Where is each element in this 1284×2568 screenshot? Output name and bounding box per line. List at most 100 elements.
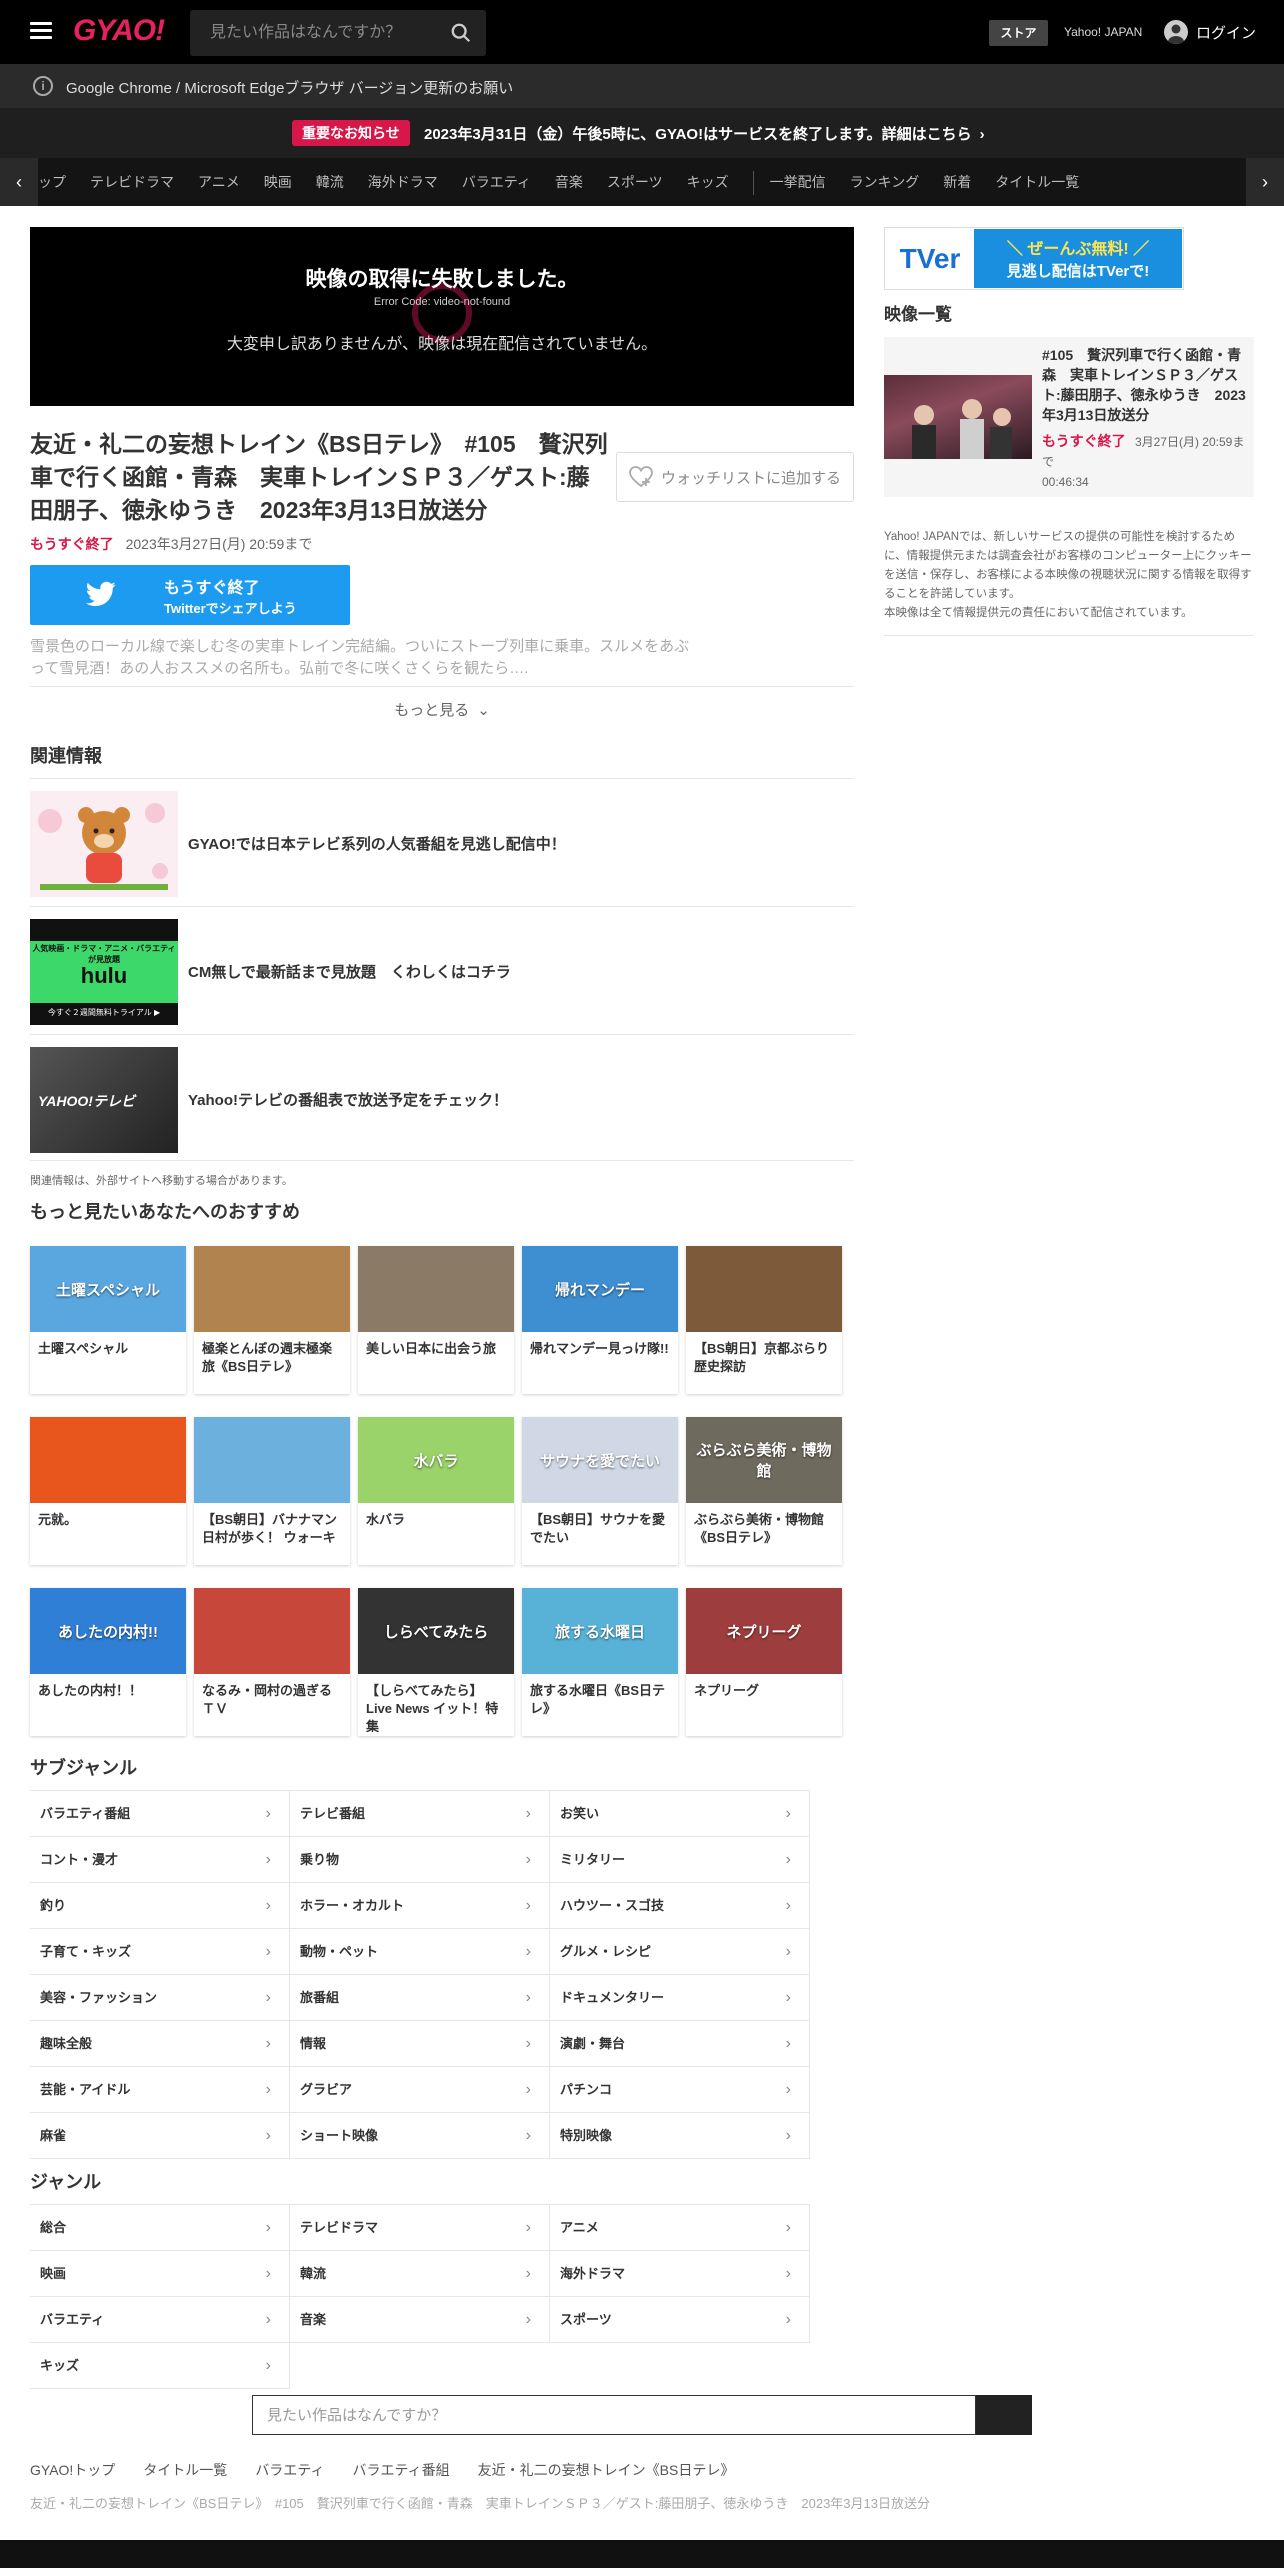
- recommend-card[interactable]: 【BS朝日】京都ぶらり歴史探訪: [686, 1246, 842, 1394]
- nav-items: ップ テレビドラマ アニメ 映画 韓流 海外ドラマ バラエティ 音楽 スポーツ キッズ 一挙配信 ラン…: [38, 158, 1246, 206]
- login-button[interactable]: ログイン: [1164, 18, 1256, 46]
- twitter-share-button[interactable]: もうすぐ終了 Twitterでシェアしよう: [30, 565, 350, 625]
- nav-item[interactable]: 韓流: [316, 158, 344, 206]
- recommend-card[interactable]: 土曜スペシャル 土曜スペシャル: [30, 1246, 186, 1394]
- bottom-search-input[interactable]: [252, 2395, 976, 2435]
- breadcrumb-link[interactable]: 友近・礼二の妄想トレイン《BS日テレ》: [478, 2460, 735, 2480]
- subgenre-item[interactable]: 動物・ペット ›: [290, 1929, 550, 1975]
- nav-item[interactable]: アニメ: [198, 158, 240, 206]
- genre-item[interactable]: アニメ ›: [550, 2205, 810, 2251]
- menu-icon[interactable]: [30, 22, 52, 40]
- chevron-right-icon: ›: [525, 2311, 531, 2328]
- genre-grid: 総合 › テレビドラマ › アニメ › 映画 › 韓流 › 海外ドラマ › バラエティ › 音楽 › スポーツ ›…: [30, 2204, 810, 2389]
- nav-item[interactable]: バラエティ: [462, 158, 531, 206]
- nav-item[interactable]: スポーツ: [607, 158, 663, 206]
- recommend-card[interactable]: 美しい日本に出会う旅: [358, 1246, 514, 1394]
- nav-item[interactable]: 音楽: [555, 158, 583, 206]
- recommend-card[interactable]: 旅する水曜日 旅する水曜日《BS日テレ》: [522, 1588, 678, 1736]
- recommend-card[interactable]: あしたの内村!! あしたの内村！！: [30, 1588, 186, 1736]
- subgenre-item[interactable]: パチンコ ›: [550, 2067, 810, 2113]
- subgenre-item[interactable]: ショート映像 ›: [290, 2113, 550, 2159]
- subgenre-item[interactable]: グラビア ›: [290, 2067, 550, 2113]
- subgenre-item[interactable]: ハウツー・スゴ技 ›: [550, 1883, 810, 1929]
- nav-item[interactable]: 海外ドラマ: [368, 158, 438, 206]
- nav-item[interactable]: タイトル一覧: [995, 158, 1079, 206]
- tver-banner[interactable]: TVer ＼ ぜーんぶ無料! ／ 見逃し配信はTVerで!: [884, 227, 1184, 290]
- subgenre-item[interactable]: グルメ・レシピ ›: [550, 1929, 810, 1975]
- genre-label: キッズ: [40, 2358, 80, 2373]
- subgenre-item[interactable]: コント・漫才 ›: [30, 1837, 290, 1883]
- subgenre-item[interactable]: 特別映像 ›: [550, 2113, 810, 2159]
- breadcrumb-link[interactable]: タイトル一覧: [143, 2460, 227, 2480]
- subgenre-item[interactable]: 演劇・舞台 ›: [550, 2021, 810, 2067]
- subgenre-label: ミリタリー: [560, 1852, 626, 1867]
- subgenre-item[interactable]: 釣り ›: [30, 1883, 290, 1929]
- recommend-card[interactable]: 極楽とんぼの週末極楽旅《BS日テレ》: [194, 1246, 350, 1394]
- subgenre-item[interactable]: 子育て・キッズ ›: [30, 1929, 290, 1975]
- nav-item[interactable]: ランキング: [850, 158, 920, 206]
- recommend-card[interactable]: しらべてみたら 【しらべてみたら】Live News イット！特集: [358, 1588, 514, 1736]
- genre-item[interactable]: バラエティ ›: [30, 2297, 290, 2343]
- genre-item[interactable]: スポーツ ›: [550, 2297, 810, 2343]
- recommend-card[interactable]: 水バラ 水バラ: [358, 1417, 514, 1565]
- important-badge: 重要なお知らせ: [292, 120, 410, 146]
- subgenre-item[interactable]: バラエティ番組 ›: [30, 1791, 290, 1837]
- error-message: 大変申し訳ありませんが、映像は現在配信されていません。: [226, 336, 658, 353]
- subgenre-item[interactable]: ホラー・オカルト ›: [290, 1883, 550, 1929]
- subgenre-item[interactable]: テレビ番組 ›: [290, 1791, 550, 1837]
- search-input[interactable]: [190, 10, 440, 56]
- nav-next-arrow-icon[interactable]: ›: [1246, 158, 1284, 206]
- nav-item[interactable]: キッズ: [687, 158, 729, 206]
- recommend-card[interactable]: ぶらぶら美術・博物館 ぶらぶら美術・博物館《BS日テレ》: [686, 1417, 842, 1565]
- genre-item[interactable]: テレビドラマ ›: [290, 2205, 550, 2251]
- recommend-card[interactable]: ネプリーグ ネプリーグ: [686, 1588, 842, 1736]
- video-list-item[interactable]: #105 贅沢列車で行く函館・青森 実車トレインＳＰ３／ゲスト:藤田朋子、徳永ゆ…: [884, 337, 1254, 497]
- browser-notice[interactable]: i Google Chrome / Microsoft Edgeブラウザ バージ…: [0, 64, 1284, 108]
- watchlist-button[interactable]: ウォッチリストに追加する: [616, 452, 854, 502]
- subgenre-item[interactable]: ミリタリー ›: [550, 1837, 810, 1883]
- subgenre-item[interactable]: 芸能・アイドル ›: [30, 2067, 290, 2113]
- nav-item[interactable]: テレビドラマ: [90, 158, 174, 206]
- recommend-card[interactable]: サウナを愛でたい 【BS朝日】サウナを愛でたい: [522, 1417, 678, 1565]
- subgenre-label: 旅番組: [300, 1990, 340, 2005]
- subgenre-item[interactable]: 情報 ›: [290, 2021, 550, 2067]
- genre-item[interactable]: 音楽 ›: [290, 2297, 550, 2343]
- genre-item[interactable]: 映画 ›: [30, 2251, 290, 2297]
- breadcrumb-link[interactable]: GYAO!トップ: [30, 2460, 115, 2480]
- recommend-card[interactable]: 元就。: [30, 1417, 186, 1565]
- more-button[interactable]: もっと見る ⌄: [30, 686, 854, 736]
- store-button[interactable]: ストア: [989, 20, 1048, 46]
- nav-item[interactable]: 映画: [264, 158, 292, 206]
- subgenre-item[interactable]: 趣味全般 ›: [30, 2021, 290, 2067]
- important-notice[interactable]: 重要なお知らせ 2023年3月31日（金）午後5時に、GYAO!はサービスを終了…: [0, 108, 1284, 158]
- subgenre-item[interactable]: 乗り物 ›: [290, 1837, 550, 1883]
- recommend-card[interactable]: 【BS朝日】バナナマン日村が歩く！ ウォーキ: [194, 1417, 350, 1565]
- recommend-thumb-text: しらべてみたら: [383, 1623, 489, 1641]
- genre-item[interactable]: キッズ ›: [30, 2343, 290, 2389]
- nav-item[interactable]: 新着: [943, 158, 971, 206]
- breadcrumb-link[interactable]: バラエティ: [255, 2460, 324, 2480]
- related-item[interactable]: 人気映画・ドラマ・アニメ・バラエティが見放題 hulu 今すぐ２週間無料トライア…: [30, 906, 854, 1034]
- breadcrumb-link[interactable]: バラエティ番組: [352, 2460, 449, 2480]
- recommend-card[interactable]: 帰れマンデー 帰れマンデー見っけ隊!!: [522, 1246, 678, 1394]
- chevron-right-icon: ›: [525, 1805, 531, 1822]
- gyao-logo[interactable]: GYAO!: [73, 14, 165, 48]
- subgenre-item[interactable]: 麻雀 ›: [30, 2113, 290, 2159]
- related-item[interactable]: YAHOO!テレビ Yahoo!テレビの番組表で放送予定をチェック！: [30, 1034, 854, 1162]
- subgenre-item[interactable]: ドキュメンタリー ›: [550, 1975, 810, 2021]
- subgenre-item[interactable]: お笑い ›: [550, 1791, 810, 1837]
- subgenre-item[interactable]: 旅番組 ›: [290, 1975, 550, 2021]
- genre-item[interactable]: 総合 ›: [30, 2205, 290, 2251]
- related-item[interactable]: GYAO!では日本テレビ系列の人気番組を見逃し配信中！: [30, 778, 854, 906]
- recommend-card[interactable]: なるみ・岡村の過ぎるＴＶ: [194, 1588, 350, 1736]
- yahoo-japan-link[interactable]: Yahoo! JAPAN: [1064, 22, 1142, 42]
- nav-prev-arrow-icon[interactable]: ‹: [0, 158, 38, 206]
- genre-item[interactable]: 海外ドラマ ›: [550, 2251, 810, 2297]
- nav-item[interactable]: ップ: [38, 158, 66, 206]
- bottom-search-button[interactable]: [976, 2395, 1032, 2435]
- search-icon[interactable]: [450, 22, 472, 44]
- video-player[interactable]: 映像の取得に失敗しました。 Error Code: video-not-foun…: [30, 227, 854, 406]
- subgenre-item[interactable]: 美容・ファッション ›: [30, 1975, 290, 2021]
- genre-item[interactable]: 韓流 ›: [290, 2251, 550, 2297]
- nav-item[interactable]: 一挙配信: [770, 158, 826, 206]
